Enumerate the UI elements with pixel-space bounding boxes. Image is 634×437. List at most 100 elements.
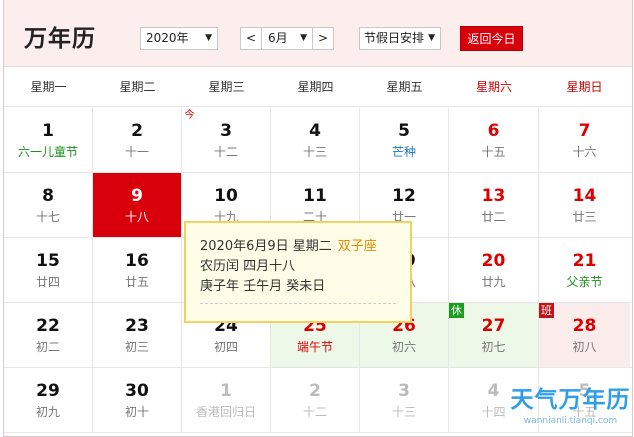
today-marker-badge: 今 xyxy=(184,110,195,121)
lunar-label: 初九 xyxy=(35,405,60,419)
lunar-label: 端午节 xyxy=(296,340,333,354)
watermark-url: wannianli.tianqi.com xyxy=(523,416,618,426)
watermark-title: 天气万年历 xyxy=(510,387,631,413)
month-value: 6月 xyxy=(268,31,288,45)
lunar-label: 芒种 xyxy=(391,145,416,159)
day-cell[interactable]: 8 十七 xyxy=(4,173,93,237)
weekday-label: 星期二 xyxy=(119,80,156,94)
prev-month-button[interactable]: < xyxy=(240,27,262,50)
lunar-label: 十二 xyxy=(213,145,238,159)
chevron-down-icon: ▼ xyxy=(428,33,435,43)
day-cell[interactable]: 2 十二 xyxy=(271,368,360,432)
day-cell[interactable]: 6 十五 xyxy=(449,108,539,172)
day-number: 16 xyxy=(125,251,149,271)
lunar-label: 香港回归日 xyxy=(195,405,256,419)
lunar-label: 六一儿童节 xyxy=(17,145,78,159)
next-month-button[interactable]: > xyxy=(312,27,334,50)
day-number: 21 xyxy=(572,251,597,271)
weekday-header: 星期一 星期二 星期三 星期四 星期五 星期六 星期日 xyxy=(4,67,632,107)
day-number: 1 xyxy=(220,381,232,401)
lunar-label: 廿四 xyxy=(35,275,60,289)
day-cell[interactable]: 1 香港回归日 xyxy=(182,368,271,432)
day-number: 10 xyxy=(214,186,238,206)
day-number: 28 xyxy=(572,316,597,336)
day-cell[interactable]: 2 十一 xyxy=(93,108,182,172)
day-cell[interactable]: 休 27 初七 xyxy=(449,303,539,367)
day-number: 30 xyxy=(125,381,149,401)
weekday-label: 星期日 xyxy=(566,80,603,94)
day-cell[interactable]: 7 十六 xyxy=(539,108,630,172)
day-cell[interactable]: 20 廿九 xyxy=(449,238,539,302)
day-cell[interactable]: 16 廿五 xyxy=(93,238,182,302)
weekday-label: 星期三 xyxy=(208,80,245,94)
day-cell[interactable]: 班 28 初八 xyxy=(539,303,630,367)
lunar-label: 初二 xyxy=(35,340,60,354)
day-cell[interactable]: 15 廿四 xyxy=(4,238,93,302)
lunar-label: 初六 xyxy=(391,340,416,354)
lunar-label: 初七 xyxy=(481,340,506,354)
day-number: 7 xyxy=(578,121,591,141)
day-cell[interactable]: 5 芒种 xyxy=(360,108,449,172)
day-number: 23 xyxy=(125,316,149,336)
lunar-label: 十二 xyxy=(302,405,327,419)
work-day-badge: 班 xyxy=(539,303,554,318)
weekday-label: 星期六 xyxy=(475,80,512,94)
day-number: 27 xyxy=(481,316,506,336)
day-cell[interactable]: 23 初三 xyxy=(93,303,182,367)
day-number: 2 xyxy=(309,381,321,401)
week-row: 1 六一儿童节 2 十一 今 3 十二 4 十三 5 芒种 6 十五 7 十六 xyxy=(4,108,632,173)
day-number: 9 xyxy=(131,186,143,206)
lunar-label: 廿五 xyxy=(124,275,149,289)
holiday-value: 节假日安排 xyxy=(364,31,425,45)
lunar-label: 廿九 xyxy=(481,275,506,289)
lunar-label: 十三 xyxy=(302,145,327,159)
rest-day-badge: 休 xyxy=(449,303,464,318)
month-select[interactable]: 6月 ▼ xyxy=(261,27,313,50)
day-cell[interactable]: 29 初九 xyxy=(4,368,93,432)
day-number: 13 xyxy=(481,186,506,206)
lunar-label: 初十 xyxy=(124,405,149,419)
day-cell[interactable]: 21 父亲节 xyxy=(539,238,630,302)
day-cell[interactable]: 30 初十 xyxy=(93,368,182,432)
lunar-label: 初八 xyxy=(572,340,597,354)
day-number: 20 xyxy=(481,251,506,271)
day-cell[interactable]: 3 十三 xyxy=(360,368,449,432)
day-cell[interactable]: 13 廿二 xyxy=(449,173,539,237)
day-cell-selected[interactable]: 9 十八 xyxy=(93,173,182,237)
day-number: 14 xyxy=(572,186,597,206)
tooltip-divider xyxy=(200,303,396,304)
day-number: 8 xyxy=(42,186,54,206)
day-cell[interactable]: 14 廿三 xyxy=(539,173,630,237)
calendar-header: 万年历 2020年 ▼ < 6月 ▼ > 节假日安排 ▼ 返回今日 xyxy=(4,0,632,67)
lunar-label: 十八 xyxy=(124,210,149,224)
day-number: 5 xyxy=(398,121,410,141)
day-cell[interactable]: 1 六一儿童节 xyxy=(4,108,93,172)
day-cell[interactable]: 今 3 十二 xyxy=(182,108,271,172)
day-number: 15 xyxy=(36,251,60,271)
year-select[interactable]: 2020年 ▼ xyxy=(140,27,218,50)
lunar-label: 初四 xyxy=(213,340,238,354)
lunar-label: 十六 xyxy=(572,145,597,159)
lunar-label: 廿二 xyxy=(481,210,506,224)
day-cell[interactable]: 22 初二 xyxy=(4,303,93,367)
chevron-down-icon: ▼ xyxy=(300,33,307,43)
tooltip-ganzhi: 庚子年 壬午月 癸未日 xyxy=(200,279,326,294)
day-number: 6 xyxy=(487,121,500,141)
day-number: 29 xyxy=(36,381,60,401)
year-value: 2020年 xyxy=(146,31,189,45)
day-number: 11 xyxy=(303,186,327,206)
lunar-label: 父亲节 xyxy=(566,275,603,289)
lunar-label: 廿三 xyxy=(572,210,597,224)
day-number: 12 xyxy=(392,186,416,206)
date-detail-tooltip: 2020年6月9日 星期二 双子座 农历闰 四月十八 庚子年 壬午月 癸未日 xyxy=(184,221,412,323)
day-number: 1 xyxy=(42,121,54,141)
tooltip-zodiac: 双子座 xyxy=(337,239,377,254)
lunar-label: 十五 xyxy=(481,145,506,159)
watermark-logo: 天气万年历 wannianli.tianqi.com xyxy=(508,385,632,433)
back-to-today-button[interactable]: 返回今日 xyxy=(460,26,523,51)
lunar-label: 十一 xyxy=(124,145,149,159)
weekday-label: 星期四 xyxy=(297,80,334,94)
holiday-select[interactable]: 节假日安排 ▼ xyxy=(359,27,441,50)
tooltip-lunar-date: 农历闰 四月十八 xyxy=(200,259,296,274)
day-cell[interactable]: 4 十三 xyxy=(271,108,360,172)
